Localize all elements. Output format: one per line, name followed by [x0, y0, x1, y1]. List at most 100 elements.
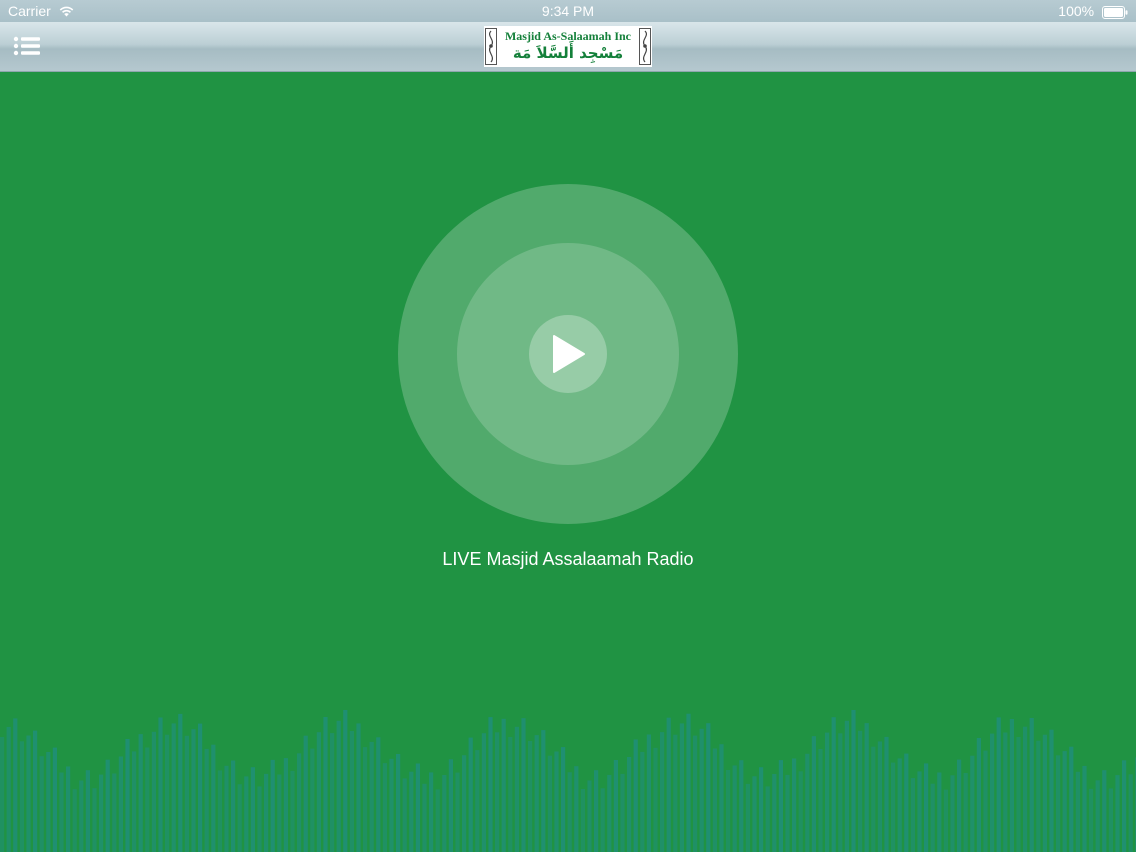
visualizer-bar	[79, 780, 84, 852]
visualizer-bar	[745, 783, 750, 852]
visualizer-bar	[871, 746, 876, 852]
visualizer-bar	[1102, 770, 1107, 852]
visualizer-bar	[970, 755, 975, 852]
visualizer-bar	[349, 731, 354, 852]
visualizer-bar	[679, 723, 684, 852]
visualizer-bar	[0, 737, 5, 852]
visualizer-bar	[376, 737, 381, 852]
visualizer-bar	[105, 759, 110, 852]
visualizer-bar	[594, 770, 599, 852]
visualizer-bar	[607, 774, 612, 852]
visualizer-bar	[719, 744, 724, 852]
battery-percent: 100%	[1058, 3, 1095, 19]
visualizer-bar	[118, 756, 123, 852]
visualizer-bar	[52, 747, 57, 852]
battery-indicator: 100%	[1058, 3, 1128, 19]
visualizer-bar	[125, 739, 130, 852]
visualizer-bar	[270, 759, 275, 852]
visualizer-bar	[587, 780, 592, 852]
visualizer-bar	[1029, 718, 1034, 852]
visualizer-bar	[415, 763, 420, 852]
visualizer-bar	[1089, 788, 1094, 852]
navigation-bar: Masjid As-Salaamah Inc مَسْجِد أَلسَّلاَ…	[0, 22, 1136, 72]
visualizer-bar	[541, 730, 546, 852]
visualizer-bar	[488, 717, 493, 852]
visualizer-bar	[864, 723, 869, 852]
visualizer-bar	[382, 763, 387, 852]
visualizer-bar	[330, 733, 335, 852]
visualizer-bar	[877, 741, 882, 852]
visualizer-bar	[19, 741, 24, 852]
visualizer-bar	[528, 741, 533, 852]
visualizer-bar	[151, 731, 156, 852]
play-icon	[553, 335, 585, 373]
station-title: LIVE Masjid Assalaamah Radio	[442, 549, 694, 569]
visualizer-bar	[99, 774, 104, 852]
visualizer-bar	[1095, 780, 1100, 852]
visualizer-bar	[567, 772, 572, 852]
visualizer-bar	[904, 753, 909, 852]
visualizer-bar	[620, 773, 625, 852]
visualizer-bar	[343, 710, 348, 852]
visualizer-bar	[363, 747, 368, 852]
visualizer-bar	[1115, 775, 1120, 852]
visualizer-bar	[646, 734, 651, 852]
visualizer-bar	[429, 772, 434, 852]
visualizer-bar	[1036, 740, 1041, 852]
visualizer-bar	[1122, 760, 1127, 852]
visualizer-bar	[481, 733, 486, 852]
visualizer-bar	[950, 775, 955, 852]
visualizer-bar	[264, 773, 269, 852]
visualizer-bar	[468, 737, 473, 852]
visualizer-bar	[640, 751, 645, 852]
play-button[interactable]	[529, 315, 607, 393]
visualizer-bar	[422, 783, 427, 852]
visualizer-bar	[1056, 755, 1061, 852]
visualizer-bar	[897, 758, 902, 852]
visualizer-bar	[554, 751, 559, 852]
visualizer-bar	[211, 744, 216, 852]
masjid-logo: Masjid As-Salaamah Inc مَسْجِد أَلسَّلاَ…	[484, 26, 652, 67]
visualizer-bar	[686, 713, 691, 852]
visualizer-bar	[547, 755, 552, 852]
visualizer-bar	[435, 789, 440, 852]
status-bar: Carrier 9:34 PM 100%	[0, 0, 1136, 22]
visualizer-bar	[112, 773, 117, 852]
logo-text-arabic: مَسْجِد أَلسَّلاَ مَة	[512, 44, 624, 62]
visualizer-bar	[580, 789, 585, 852]
visualizer-bar	[1062, 751, 1067, 852]
visualizer-bar	[1023, 726, 1028, 852]
visualizer-bar	[46, 752, 51, 852]
menu-button[interactable]	[12, 34, 44, 60]
radio-player-inner-ring	[457, 243, 679, 465]
visualizer-bar	[6, 726, 11, 852]
menu-list-icon	[13, 36, 40, 56]
visualizer-bar	[1128, 774, 1133, 852]
visualizer-bar	[231, 760, 236, 852]
visualizer-bar	[316, 732, 321, 852]
visualizer-bar	[442, 775, 447, 852]
logo-ornament-right	[639, 28, 651, 65]
visualizer-bar	[336, 720, 341, 852]
visualizer-bar	[72, 789, 77, 852]
visualizer-bar	[1016, 737, 1021, 852]
visualizer-bar	[389, 758, 394, 852]
visualizer-bar	[178, 713, 183, 852]
visualizer-bar	[448, 759, 453, 852]
visualizer-bar	[785, 774, 790, 852]
visualizer-bar	[92, 788, 97, 852]
visualizer-bar	[983, 750, 988, 852]
visualizer-bar	[85, 770, 90, 852]
visualizer-bar	[759, 767, 764, 852]
visualizer-bar	[653, 747, 658, 852]
visualizer-bar	[838, 733, 843, 852]
visualizer-bar	[844, 720, 849, 852]
visualizer-bar	[1049, 729, 1054, 852]
visualizer-bar	[627, 757, 632, 852]
visualizer-bar	[323, 717, 328, 852]
visualizer-bar	[66, 766, 71, 852]
visualizer-bar	[1108, 788, 1113, 852]
visualizer-bar	[943, 789, 948, 852]
visualizer-bar	[818, 749, 823, 852]
visualizer-bar	[930, 783, 935, 852]
